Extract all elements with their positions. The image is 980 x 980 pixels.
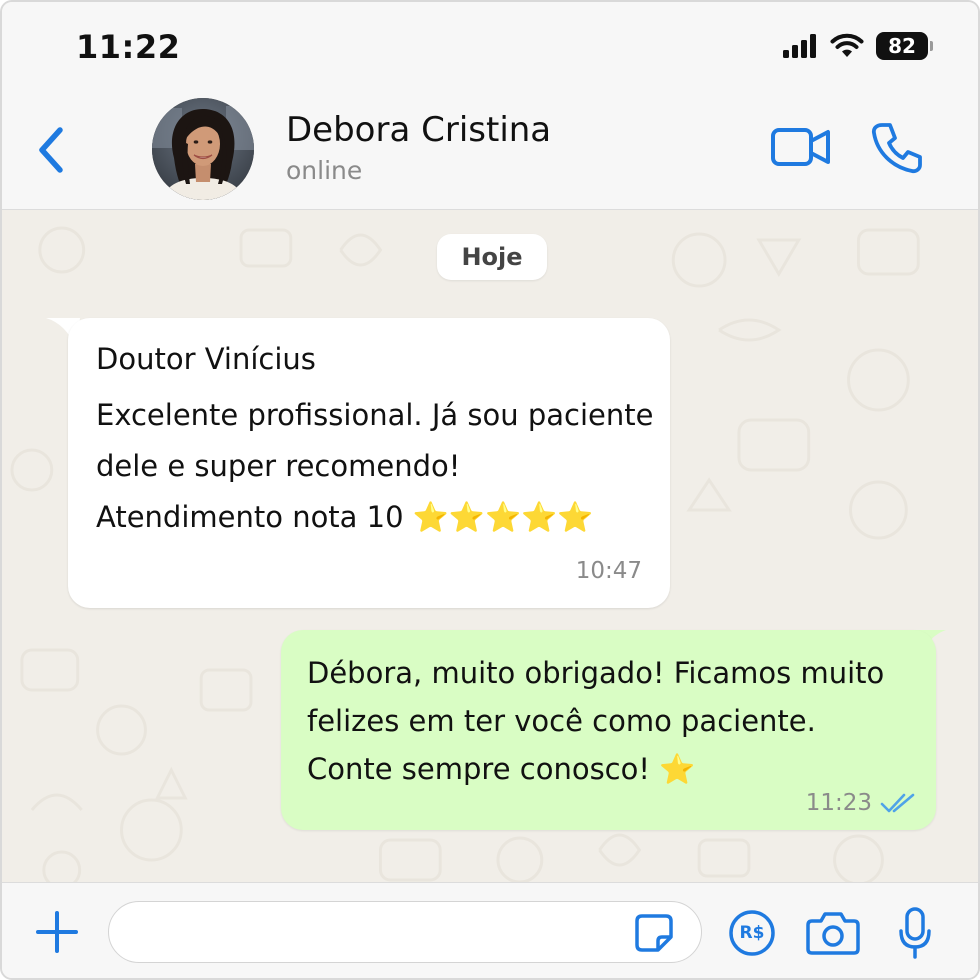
status-time: 11:22 xyxy=(76,28,181,66)
pix-icon[interactable]: R$ xyxy=(728,909,776,957)
status-bar: 11:22 82 xyxy=(2,2,978,94)
whatsapp-chat-screen: 11:22 82 Debora Cristina online Hoje Dou… xyxy=(0,0,980,980)
chevron-left-icon[interactable] xyxy=(32,122,72,178)
message-list[interactable]: Hoje Doutor Vinícius Excelente profissio… xyxy=(2,210,978,882)
message-sender: Doutor Vinícius xyxy=(96,342,316,376)
message-time: 10:47 xyxy=(575,558,642,584)
battery-level: 82 xyxy=(888,34,916,58)
status-icons: 82 xyxy=(782,32,933,60)
camera-icon[interactable] xyxy=(806,911,860,955)
contact-photo xyxy=(152,98,254,200)
message-time: 11:23 xyxy=(805,790,872,816)
chat-header: Debora Cristina online xyxy=(2,94,978,210)
signal-icon xyxy=(783,34,816,58)
video-call-icon[interactable] xyxy=(770,124,832,172)
sticker-icon[interactable] xyxy=(634,913,674,953)
phone-icon[interactable] xyxy=(870,120,924,174)
pix-label: R$ xyxy=(739,923,765,943)
message-line: Conte sempre conosco! ⭐ xyxy=(307,752,696,786)
message-line: dele e super recomendo! xyxy=(96,449,461,483)
message-line: Débora, muito obrigado! Ficamos muito xyxy=(307,656,885,690)
date-separator: Hoje xyxy=(437,234,547,280)
composer-bar: R$ xyxy=(2,882,978,978)
avatar[interactable] xyxy=(152,98,254,200)
mic-icon[interactable] xyxy=(898,907,932,959)
message-line: Excelente profissional. Já sou paciente xyxy=(96,398,654,432)
contact-name[interactable]: Debora Cristina xyxy=(286,110,551,150)
battery-icon: 82 xyxy=(876,32,933,60)
outgoing-message[interactable]: Débora, muito obrigado! Ficamos muito fe… xyxy=(281,630,936,830)
message-line: felizes em ter você como paciente. xyxy=(307,704,816,738)
plus-icon[interactable] xyxy=(34,909,80,955)
wifi-icon xyxy=(830,33,864,57)
double-check-icon xyxy=(880,793,915,813)
contact-status: online xyxy=(286,156,363,185)
incoming-message[interactable]: Doutor Vinícius Excelente profissional. … xyxy=(68,318,670,608)
message-line: Atendimento nota 10 ⭐⭐⭐⭐⭐ xyxy=(96,500,594,534)
message-input[interactable] xyxy=(108,901,702,963)
